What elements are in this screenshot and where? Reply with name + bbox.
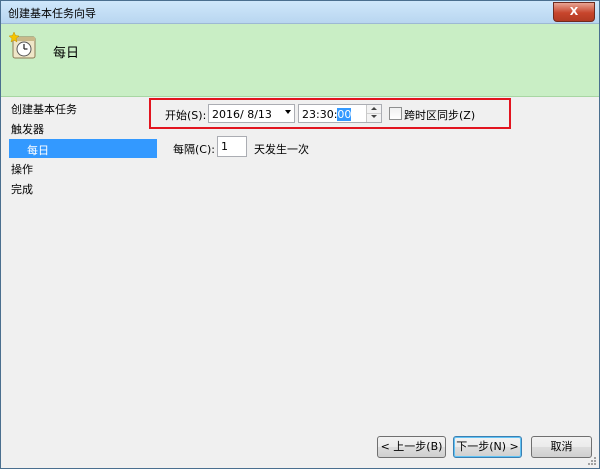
sidebar-item-label: 每日: [27, 144, 49, 157]
start-time-value[interactable]: 23:30:00: [302, 108, 352, 121]
window-title: 创建基本任务向导: [8, 7, 96, 20]
time-spinner[interactable]: [366, 105, 381, 122]
sidebar-item-daily: 每日: [9, 139, 157, 158]
sync-timezone-checkbox[interactable]: [389, 107, 402, 120]
interval-value: 1: [221, 140, 228, 153]
start-date-value: 2016/ 8/13: [212, 108, 272, 121]
sync-timezone-label[interactable]: 跨时区同步(Z): [404, 107, 475, 123]
resize-grip-icon[interactable]: [587, 456, 597, 466]
close-button[interactable]: X: [553, 2, 595, 22]
back-button[interactable]: < 上一步(B): [377, 436, 446, 458]
sidebar-item-create-task: 创建基本任务: [11, 103, 77, 116]
sidebar-item-trigger: 触发器: [11, 123, 44, 136]
interval-input[interactable]: 1: [217, 136, 247, 157]
start-time-field[interactable]: 23:30:00: [298, 104, 382, 123]
spin-down-icon[interactable]: [367, 113, 381, 121]
title-bar[interactable]: 创建基本任务向导 X: [1, 1, 599, 24]
page-title: 每日: [53, 46, 80, 61]
sidebar-item-action: 操作: [11, 163, 33, 176]
time-seconds-selected: 00: [337, 108, 352, 121]
cancel-button[interactable]: 取消: [531, 436, 592, 458]
time-hours-minutes: 23:30:: [302, 108, 338, 121]
task-clock-icon: [9, 32, 36, 59]
wizard-header: 每日: [1, 24, 599, 97]
interval-suffix-label: 天发生一次: [254, 143, 309, 156]
start-label: 开始(S):: [165, 109, 207, 122]
start-date-picker[interactable]: 2016/ 8/13: [208, 104, 295, 123]
chevron-down-icon[interactable]: [285, 110, 291, 114]
wizard-window: 创建基本任务向导 X 每日 创建基本任务 触发器 每日 操作 完成 开始(S):…: [0, 0, 600, 469]
interval-label: 每隔(C):: [173, 143, 215, 156]
sidebar-item-finish: 完成: [11, 183, 33, 196]
next-button[interactable]: 下一步(N) >: [453, 436, 522, 458]
